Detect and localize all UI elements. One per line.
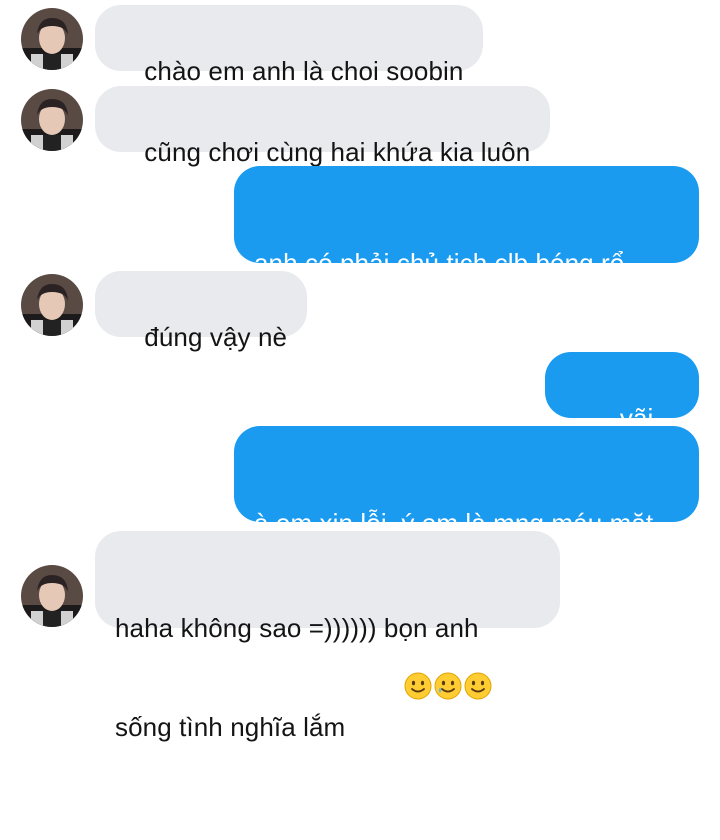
outgoing-message-bubble[interactable]: anh có phải chủ tịch clb bóng rổ không ạ… [234,166,699,377]
message-text: chào em anh là choi soobin [144,56,464,86]
contact-avatar[interactable] [21,8,83,70]
profile-photo-icon [21,274,83,336]
contact-avatar[interactable] [21,274,83,336]
incoming-message-bubble[interactable]: chào em anh là choi soobin [95,5,484,86]
incoming-message-bubble[interactable]: haha không sao =)))))) bọn anh sống tình… [95,531,560,742]
message-text-line: haha không sao =)))))) bọn anh [115,613,479,643]
slightly-smiling-face-icon [404,672,432,700]
message-text-line: anh có phải chủ tịch clb bóng rổ [254,248,625,278]
incoming-message-bubble[interactable]: cũng chơi cùng hai khứa kia luôn [95,86,551,167]
message-text: cũng chơi cùng hai khứa kia luôn [144,137,531,167]
slightly-smiling-face-icon [464,672,492,700]
incoming-message-bubble[interactable]: đúng vậy nè [95,271,308,352]
profile-photo-icon [21,89,83,151]
outgoing-message-bubble[interactable]: vãi òoooo [545,352,699,466]
profile-photo-icon [21,565,83,627]
message-text: đúng vậy nè [144,322,288,352]
contact-avatar[interactable] [21,89,83,151]
profile-photo-icon [21,8,83,70]
outgoing-message-bubble[interactable]: à em xin lỗi, ý em là mng máu mặt quá [234,426,699,734]
message-text-line: sống tình nghĩa lắm [115,712,346,742]
chat-thread: chào em anh là choi soobin cũng chơi cùn… [0,0,720,742]
contact-avatar[interactable] [21,565,83,627]
smiling-face-with-tear-icon [434,672,462,700]
